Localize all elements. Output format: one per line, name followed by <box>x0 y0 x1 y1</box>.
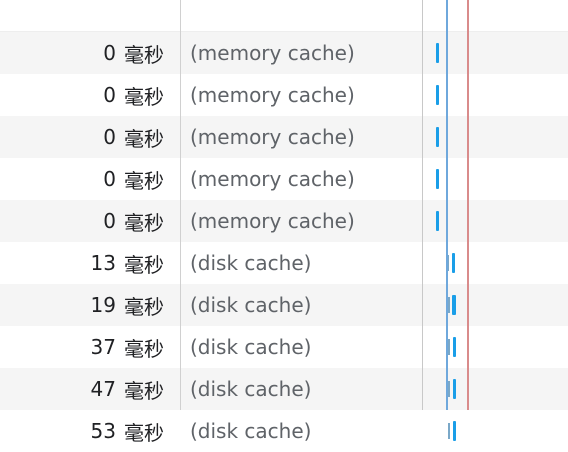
waterfall-bar <box>453 379 456 399</box>
time-cell: 37 毫秒 <box>0 326 172 368</box>
size-cell: (disk cache) <box>190 251 312 275</box>
time-value: 0 <box>103 83 116 107</box>
time-cell: 19 毫秒 <box>0 284 172 326</box>
table-row[interactable]: 0 毫秒 (memory cache) <box>0 32 568 74</box>
time-unit: 毫秒 <box>124 336 164 361</box>
size-cell: (disk cache) <box>190 377 312 401</box>
time-cell: 0 毫秒 <box>0 116 172 158</box>
table-row[interactable]: 0 毫秒 (memory cache) <box>0 74 568 116</box>
time-value: 19 <box>90 293 116 317</box>
waterfall-wait-bar <box>448 381 450 397</box>
time-cell <box>0 0 172 32</box>
load-event-marker-line <box>467 0 469 410</box>
time-cell: 53 毫秒 <box>0 410 172 452</box>
waterfall-bar <box>452 295 456 315</box>
waterfall-wait-bar <box>448 339 450 355</box>
waterfall-bar <box>453 337 456 357</box>
network-request-table: 0 毫秒 (memory cache) 0 毫秒 (memory cache) … <box>0 0 568 452</box>
time-unit: 毫秒 <box>124 168 164 193</box>
waterfall-bar <box>436 127 439 147</box>
time-cell: 13 毫秒 <box>0 242 172 284</box>
time-value: 13 <box>90 251 116 275</box>
time-value: 0 <box>103 125 116 149</box>
table-row[interactable]: 53 毫秒 (disk cache) <box>0 410 568 452</box>
time-value: 47 <box>90 377 116 401</box>
waterfall-bar <box>436 169 439 189</box>
waterfall-wait-bar <box>448 423 450 439</box>
time-cell: 0 毫秒 <box>0 32 172 74</box>
column-divider-time-size[interactable] <box>180 0 181 410</box>
size-cell: (memory cache) <box>190 83 355 107</box>
time-unit: 毫秒 <box>124 378 164 403</box>
time-cell: 0 毫秒 <box>0 74 172 116</box>
domcontentloaded-marker-line <box>446 0 448 410</box>
size-cell: (disk cache) <box>190 293 312 317</box>
table-row[interactable] <box>0 0 568 32</box>
time-value: 0 <box>103 209 116 233</box>
time-cell: 47 毫秒 <box>0 368 172 410</box>
size-cell: (memory cache) <box>190 167 355 191</box>
waterfall-bar <box>436 43 439 63</box>
time-cell: 0 毫秒 <box>0 200 172 242</box>
table-row[interactable]: 0 毫秒 (memory cache) <box>0 200 568 242</box>
column-divider-size-waterfall[interactable] <box>422 0 423 410</box>
table-row[interactable]: 0 毫秒 (memory cache) <box>0 158 568 200</box>
table-row[interactable]: 37 毫秒 (disk cache) <box>0 326 568 368</box>
waterfall-wait-bar <box>448 297 450 313</box>
waterfall-bar <box>436 85 439 105</box>
time-unit: 毫秒 <box>124 210 164 235</box>
time-unit: 毫秒 <box>124 126 164 151</box>
waterfall-bar <box>452 253 455 273</box>
table-row[interactable]: 0 毫秒 (memory cache) <box>0 116 568 158</box>
time-cell: 0 毫秒 <box>0 158 172 200</box>
time-value: 0 <box>103 41 116 65</box>
table-row[interactable]: 19 毫秒 (disk cache) <box>0 284 568 326</box>
size-cell: (memory cache) <box>190 41 355 65</box>
size-cell: (memory cache) <box>190 209 355 233</box>
waterfall-bar <box>436 211 439 231</box>
time-unit: 毫秒 <box>124 84 164 109</box>
size-cell: (disk cache) <box>190 419 312 443</box>
size-cell: (memory cache) <box>190 125 355 149</box>
time-value: 37 <box>90 335 116 359</box>
table-row[interactable]: 13 毫秒 (disk cache) <box>0 242 568 284</box>
table-row[interactable]: 47 毫秒 (disk cache) <box>0 368 568 410</box>
time-unit: 毫秒 <box>124 294 164 319</box>
time-unit: 毫秒 <box>124 420 164 445</box>
size-cell: (disk cache) <box>190 335 312 359</box>
time-value: 0 <box>103 167 116 191</box>
time-value: 53 <box>90 419 116 443</box>
time-unit: 毫秒 <box>124 252 164 277</box>
waterfall-bar <box>453 421 456 441</box>
time-unit: 毫秒 <box>124 42 164 67</box>
